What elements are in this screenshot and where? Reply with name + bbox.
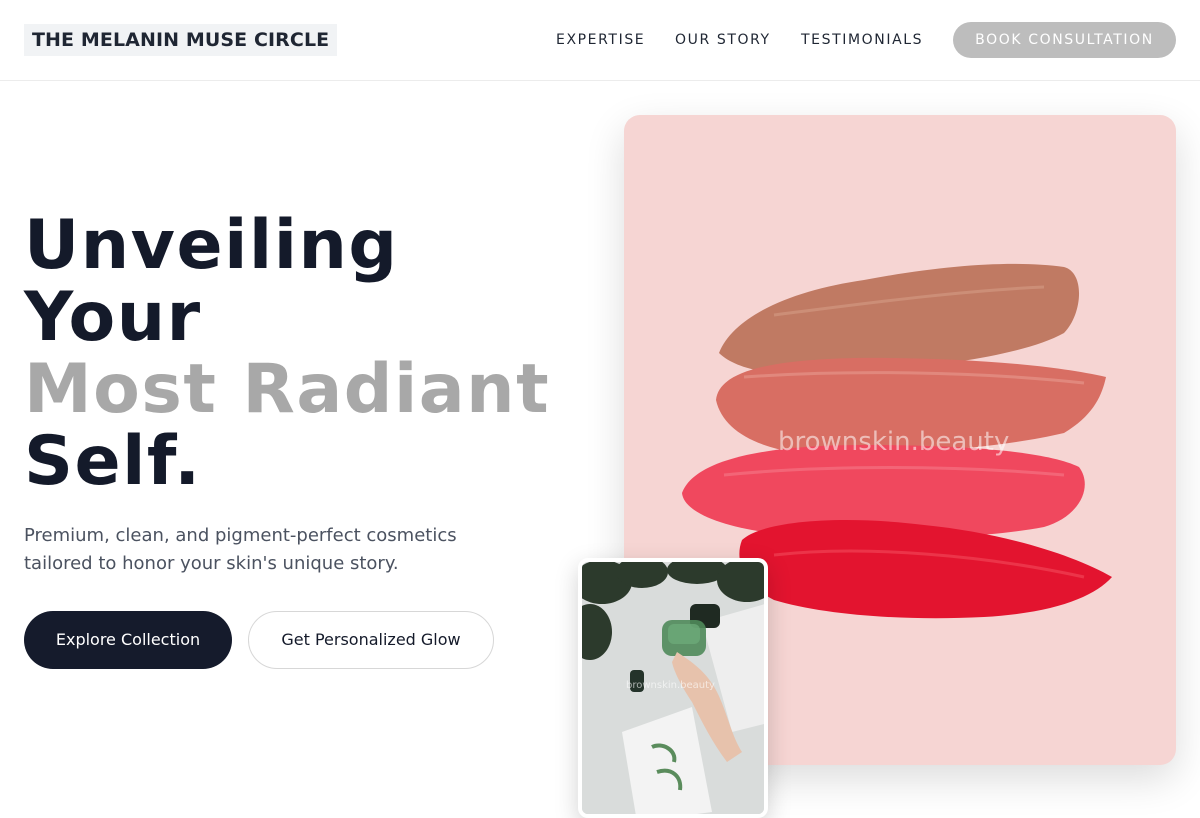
hero-subtitle: Premium, clean, and pigment-perfect cosm…	[24, 525, 457, 574]
small-image-watermark: brownskin.beauty	[626, 680, 715, 691]
hero-title-line-2: Your	[24, 278, 202, 357]
image-watermark: brownskin.beauty	[778, 427, 1010, 457]
explore-collection-button[interactable]: Explore Collection	[24, 611, 232, 669]
book-consultation-button[interactable]: BOOK CONSULTATION	[953, 22, 1176, 58]
nav-link-our-story[interactable]: OUR STORY	[675, 31, 771, 49]
personalized-glow-button[interactable]: Get Personalized Glow	[248, 611, 494, 669]
nav-link-expertise[interactable]: EXPERTISE	[556, 31, 645, 49]
hero-title-line-4: Self.	[24, 422, 202, 501]
swatch-red	[739, 520, 1112, 619]
hero-title-line-3: Most Radiant	[24, 350, 551, 429]
skincare-product-image: brownskin.beauty	[578, 558, 768, 818]
brand-logo[interactable]: THE MELANIN MUSE CIRCLE	[24, 24, 338, 56]
hero-title: Unveiling Your Most Radiant Self.	[24, 210, 584, 498]
nav-link-testimonials[interactable]: TESTIMONIALS	[801, 31, 923, 49]
site-header: THE MELANIN MUSE CIRCLE EXPERTISE OUR ST…	[0, 0, 1200, 81]
hero-title-line-1: Unveiling	[24, 206, 399, 285]
